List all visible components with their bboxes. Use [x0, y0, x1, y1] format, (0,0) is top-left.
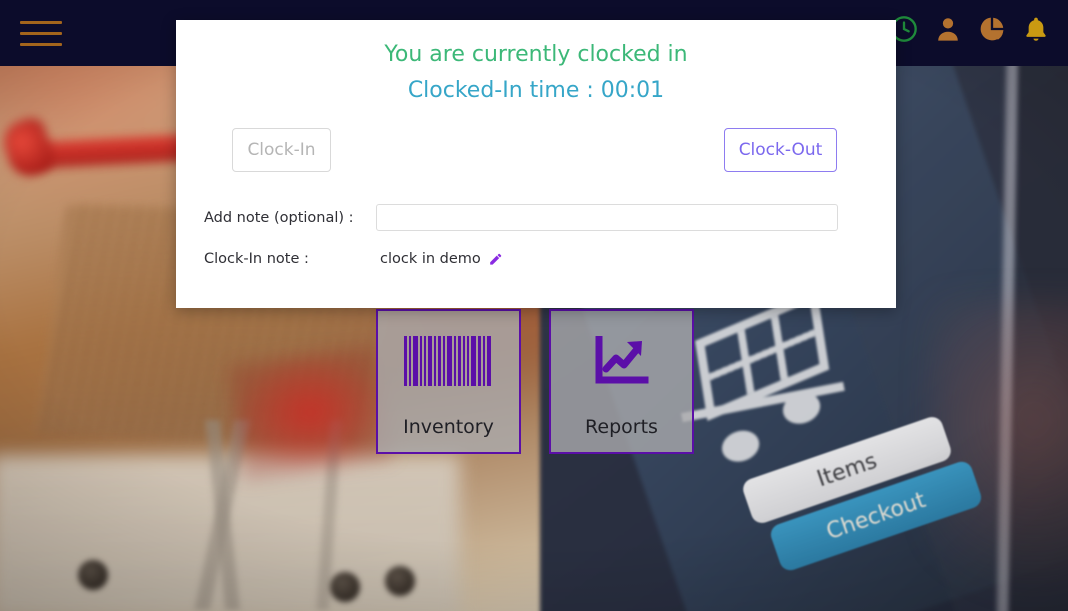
- clock-status-title: You are currently clocked in: [384, 42, 688, 67]
- line-chart-up-icon: [595, 333, 649, 389]
- add-note-input[interactable]: [376, 204, 838, 231]
- pencil-edit-icon[interactable]: [488, 252, 503, 267]
- pos-app-window: Items Checkout Inventory: [0, 0, 1068, 611]
- tile-label-inventory: Inventory: [403, 416, 494, 438]
- clocked-in-time-label: Clocked-In time : 00:01: [407, 78, 665, 103]
- clock-in-out-modal: You are currently clocked in Clocked-In …: [176, 20, 896, 308]
- tile-reports[interactable]: Reports: [549, 309, 694, 454]
- clock-in-note-label: Clock-In note :: [204, 251, 309, 267]
- pie-chart-icon[interactable]: [978, 15, 1006, 43]
- hamburger-menu-icon[interactable]: [20, 18, 62, 48]
- tile-label-reports: Reports: [585, 416, 658, 438]
- clock-out-button[interactable]: Clock-Out: [724, 128, 837, 172]
- tile-inventory[interactable]: Inventory: [376, 309, 521, 454]
- navbar-icon-group: [890, 15, 1050, 43]
- add-note-row: Add note (optional) :: [176, 204, 896, 231]
- bell-icon[interactable]: [1022, 15, 1050, 43]
- note-form: Add note (optional) : Clock-In note : cl…: [176, 204, 896, 267]
- user-icon[interactable]: [934, 15, 962, 43]
- add-note-label: Add note (optional) :: [204, 209, 354, 226]
- barcode-icon: [404, 333, 493, 389]
- clock-buttons-row: Clock-In Clock-Out: [176, 128, 896, 172]
- clock-in-note-row: Clock-In note : clock in demo: [176, 251, 896, 267]
- clock-in-button[interactable]: Clock-In: [232, 128, 331, 172]
- clock-in-note-value: clock in demo: [380, 251, 481, 267]
- dashboard-tiles: Inventory Reports: [376, 309, 694, 454]
